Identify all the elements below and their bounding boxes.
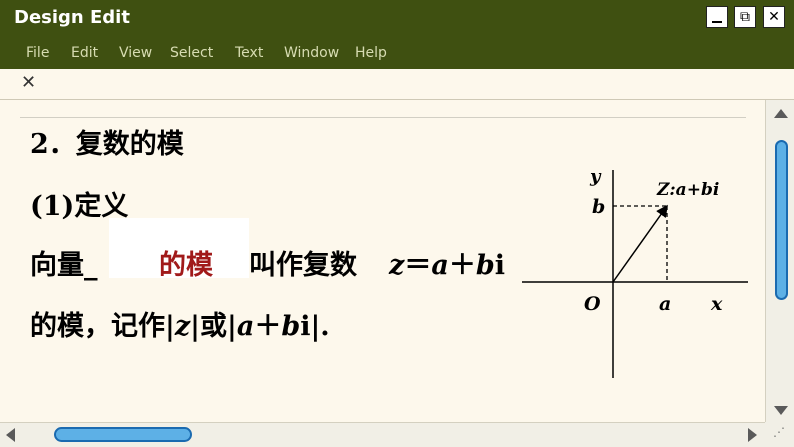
menu-bar: File Edit View Select Text Window Help <box>0 37 794 69</box>
y-axis-label: y <box>589 166 602 187</box>
notation-suffix: i|. <box>300 311 330 342</box>
formula-plus: ＋ <box>448 250 476 281</box>
menu-file[interactable]: File <box>26 45 49 61</box>
maximize-button[interactable]: ⧉ <box>734 6 756 28</box>
scroll-left-icon[interactable] <box>6 428 15 442</box>
formula-i: i <box>494 250 505 281</box>
formula-equals: ＝ <box>404 250 432 281</box>
close-button[interactable]: ✕ <box>763 6 785 28</box>
notation-mid: |或| <box>190 311 237 342</box>
menu-text[interactable]: Text <box>235 45 263 61</box>
document-canvas: 2．复数的模 (1)定义 向量_ 的模 叫作复数 z＝a＋bi 的模，记作|z|… <box>0 100 765 422</box>
notation-z: z <box>174 311 191 342</box>
vertical-scroll-thumb[interactable] <box>775 140 788 300</box>
notation-a: a <box>236 311 255 342</box>
definition-line-prefix: 向量_ <box>30 250 98 281</box>
origin-label: O <box>584 293 601 315</box>
title-bar: Design Edit ⧉ ✕ <box>0 0 794 37</box>
formula-b: b <box>475 250 495 281</box>
scroll-down-icon[interactable] <box>774 406 788 415</box>
menu-window[interactable]: Window <box>284 45 339 61</box>
definition-line-suffix: 叫作复数 <box>249 250 357 281</box>
notation-prefix: 的模，记作| <box>30 311 175 342</box>
formula-z: z <box>389 250 405 281</box>
scroll-up-icon[interactable] <box>774 109 788 118</box>
menu-select[interactable]: Select <box>170 45 213 61</box>
horizontal-scroll-thumb[interactable] <box>54 427 192 442</box>
menu-help[interactable]: Help <box>355 45 387 61</box>
window-title: Design Edit <box>14 7 130 28</box>
vertical-scrollbar[interactable] <box>765 100 794 422</box>
answer-text: 的模 <box>159 250 213 281</box>
scroll-right-icon[interactable] <box>748 428 757 442</box>
notation-plus: ＋ <box>254 311 282 342</box>
notation-line: 的模，记作|z|或|a＋bi|. <box>30 304 330 343</box>
resize-grip[interactable]: ⋰ <box>765 422 794 447</box>
point-z-label: Z:a+bi <box>656 180 719 200</box>
minimize-button[interactable] <box>706 6 728 28</box>
notation-b: b <box>281 311 301 342</box>
b-label: b <box>592 196 605 218</box>
a-label: a <box>659 293 671 315</box>
formula-a: a <box>431 250 449 281</box>
header-rule <box>20 117 746 118</box>
x-axis-label: x <box>710 293 723 315</box>
section-heading: 2．复数的模 <box>30 129 184 160</box>
document-tab-bar: ✕ <box>0 69 794 100</box>
vector-oz <box>612 204 668 283</box>
resize-grip-icon: ⋰ <box>773 425 785 439</box>
menu-edit[interactable]: Edit <box>71 45 98 61</box>
minimize-icon <box>712 21 722 23</box>
close-tab-icon[interactable]: ✕ <box>21 72 36 93</box>
menu-view[interactable]: View <box>119 45 152 61</box>
complex-plane-diagram: y b Z:a+bi O a x <box>522 166 748 378</box>
complex-formula: z＝a＋bi <box>389 243 505 282</box>
horizontal-scrollbar[interactable] <box>0 422 794 447</box>
